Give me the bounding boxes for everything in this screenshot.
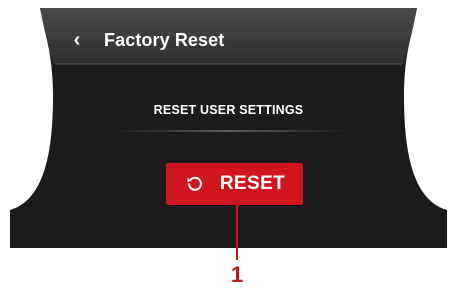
callout-number: 1 (230, 262, 244, 287)
back-button[interactable]: ‹ (64, 27, 90, 53)
section-label: RESET USER SETTINGS (153, 103, 304, 117)
rotate-ccw-icon (184, 173, 206, 195)
reset-button-label: RESET (219, 173, 286, 194)
callout-dot (233, 198, 241, 206)
chevron-left-icon: ‹ (73, 28, 81, 51)
callout-line (236, 200, 238, 260)
app-header: ‹ Factory Reset (64, 20, 394, 60)
screen: ‹ Factory Reset RESET USER SETTINGS RESE… (0, 0, 457, 291)
page-title: Factory Reset (104, 29, 225, 50)
divider (112, 130, 348, 132)
